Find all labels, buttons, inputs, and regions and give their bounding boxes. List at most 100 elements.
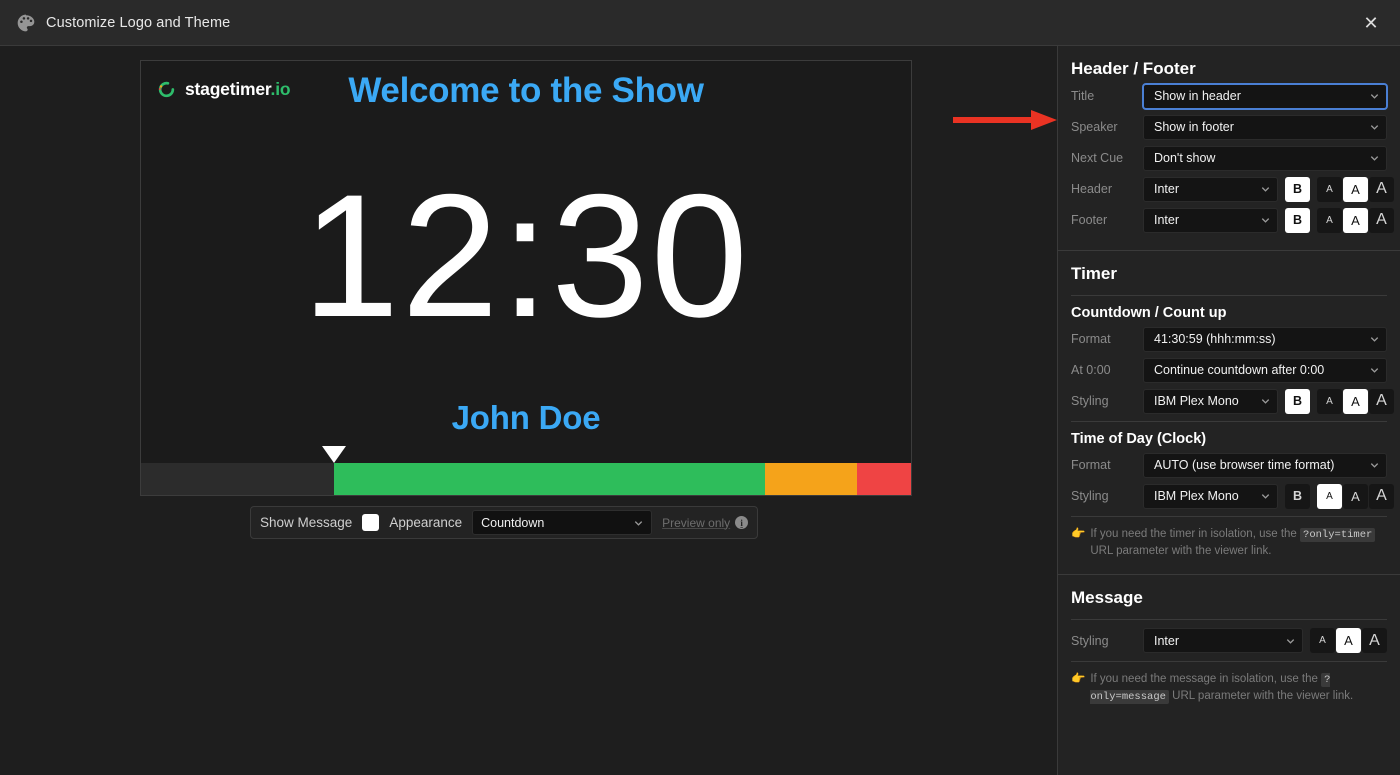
- window-titlebar: Customize Logo and Theme ✕: [0, 0, 1400, 46]
- footer-font-select[interactable]: Inter: [1143, 207, 1278, 233]
- row-countdown-format: Format 41:30:59 (hhh:mm:ss): [1071, 326, 1387, 352]
- footer-size-small-button[interactable]: A: [1317, 207, 1342, 233]
- countdown-size-large-button[interactable]: A: [1369, 388, 1394, 414]
- countdown-font-value: IBM Plex Mono: [1154, 394, 1239, 408]
- section-message: Message Styling Inter A A A 👉 If you nee…: [1058, 575, 1400, 705]
- titlebar-left-group: Customize Logo and Theme: [0, 13, 230, 33]
- progress-segment-danger: [857, 463, 911, 495]
- message-size-medium-button[interactable]: A: [1336, 628, 1361, 654]
- chevron-down-icon: [1260, 396, 1271, 407]
- show-message-label: Show Message: [260, 515, 353, 530]
- close-icon[interactable]: ✕: [1356, 8, 1386, 38]
- progress-bar: [141, 463, 911, 495]
- speaker-select[interactable]: Show in footer: [1143, 114, 1387, 140]
- next-cue-select[interactable]: Don't show: [1143, 145, 1387, 171]
- preview-stage: stagetimer.io Welcome to the Show 12:30 …: [0, 46, 1057, 775]
- chevron-down-icon: [1369, 122, 1380, 133]
- at-zero-value: Continue countdown after 0:00: [1154, 363, 1325, 377]
- message-isolation-hint: 👉 If you need the message in isolation, …: [1071, 662, 1387, 705]
- section-timer: Timer Countdown / Count up Format 41:30:…: [1058, 251, 1400, 574]
- message-hint-text: If you need the message in isolation, us…: [1090, 671, 1387, 705]
- clock-bold-button[interactable]: B: [1285, 483, 1310, 509]
- at-zero-label: At 0:00: [1071, 363, 1111, 377]
- footer-size-large-button[interactable]: A: [1369, 207, 1394, 233]
- palette-icon: [16, 13, 36, 33]
- clock-format-value: AUTO (use browser time format): [1154, 458, 1335, 472]
- row-at-zero: At 0:00 Continue countdown after 0:00: [1071, 357, 1387, 383]
- clock-size-small-button[interactable]: A: [1317, 483, 1342, 509]
- countdown-format-value: 41:30:59 (hhh:mm:ss): [1154, 332, 1276, 346]
- timer-title: Timer: [1071, 264, 1117, 283]
- message-size-large-button[interactable]: A: [1362, 628, 1387, 654]
- message-font-value: Inter: [1154, 633, 1180, 648]
- header-size-small-button[interactable]: A: [1317, 176, 1342, 202]
- progress-marker: [321, 446, 346, 463]
- clock-styling-label: Styling: [1071, 489, 1109, 503]
- clock-size-large-button[interactable]: A: [1369, 483, 1394, 509]
- progress-segment-warning: [764, 463, 858, 495]
- header-size-medium-button[interactable]: A: [1343, 176, 1368, 202]
- title-value: Show in header: [1154, 89, 1241, 103]
- message-font-select[interactable]: Inter: [1143, 628, 1303, 654]
- title-label: Title: [1071, 89, 1095, 103]
- chevron-down-icon: [1369, 334, 1380, 345]
- chevron-down-icon: [1260, 184, 1271, 195]
- clock-size-medium-button[interactable]: A: [1343, 483, 1368, 509]
- footer-size-medium-button[interactable]: A: [1343, 207, 1368, 233]
- speaker-value: Show in footer: [1154, 120, 1234, 134]
- chevron-down-icon: [1369, 153, 1380, 164]
- countdown-bold-button[interactable]: B: [1285, 388, 1310, 414]
- header-size-large-button[interactable]: A: [1369, 176, 1394, 202]
- row-clock-format: Format AUTO (use browser time format): [1071, 452, 1387, 478]
- header-bold-button[interactable]: B: [1285, 176, 1310, 202]
- header-font-label: Header: [1071, 182, 1112, 196]
- chevron-down-icon: [1260, 491, 1271, 502]
- header-font-select[interactable]: Inter: [1143, 176, 1278, 202]
- chevron-down-icon: [1260, 215, 1271, 226]
- countdown-format-select[interactable]: 41:30:59 (hhh:mm:ss): [1143, 326, 1387, 352]
- clock-format-label: Format: [1071, 458, 1111, 472]
- preview-header-text: Welcome to the Show: [348, 71, 704, 110]
- pointing-finger-icon: 👉: [1071, 672, 1086, 685]
- countdown-format-label: Format: [1071, 332, 1111, 346]
- title-select[interactable]: Show in header: [1143, 83, 1387, 109]
- footer-bold-button[interactable]: B: [1285, 207, 1310, 233]
- message-hint-post: URL parameter with the viewer link.: [1172, 690, 1354, 703]
- preview-only-link[interactable]: Preview only i: [662, 516, 749, 530]
- chevron-down-icon: [633, 517, 644, 528]
- progress-segment-normal: [333, 463, 765, 495]
- chevron-down-icon: [1285, 635, 1296, 646]
- countdown-size-small-button[interactable]: A: [1317, 388, 1342, 414]
- countdown-font-select[interactable]: IBM Plex Mono: [1143, 388, 1278, 414]
- header-font-value: Inter: [1154, 182, 1180, 196]
- clock-font-value: IBM Plex Mono: [1154, 489, 1239, 503]
- message-size-small-button[interactable]: A: [1310, 628, 1335, 654]
- header-style-buttons: B A A A: [1285, 176, 1394, 202]
- chevron-down-icon: [1369, 365, 1380, 376]
- pointing-finger-icon: 👉: [1071, 528, 1086, 540]
- divider: [1071, 618, 1387, 620]
- countdown-styling-label: Styling: [1071, 394, 1109, 408]
- message-style-buttons: A A A: [1310, 628, 1387, 654]
- row-header-font: Header Inter B A A A: [1071, 176, 1394, 202]
- section-header-footer: Header / Footer Title Show in header Spe…: [1058, 46, 1400, 250]
- show-message-checkbox[interactable]: [362, 514, 380, 531]
- footer-font-label: Footer: [1071, 213, 1108, 227]
- countdown-style-buttons: B A A A: [1285, 388, 1394, 414]
- clock-subtitle: Time of Day (Clock): [1071, 431, 1207, 447]
- progress-segment-elapsed: [141, 463, 334, 495]
- row-clock-styling: Styling IBM Plex Mono B A A A: [1071, 483, 1394, 509]
- at-zero-select[interactable]: Continue countdown after 0:00: [1143, 357, 1387, 383]
- appearance-select[interactable]: Countdown: [472, 510, 653, 535]
- countdown-size-medium-button[interactable]: A: [1343, 388, 1368, 414]
- preview-timer-value: 12:30: [302, 159, 750, 354]
- chevron-down-icon: [1369, 460, 1380, 471]
- clock-font-select[interactable]: IBM Plex Mono: [1143, 483, 1278, 509]
- next-cue-value: Don't show: [1154, 151, 1216, 165]
- next-cue-label: Next Cue: [1071, 151, 1124, 165]
- clock-format-select[interactable]: AUTO (use browser time format): [1143, 452, 1387, 478]
- settings-panel: Header / Footer Title Show in header Spe…: [1057, 46, 1400, 775]
- row-next-cue: Next Cue Don't show: [1071, 145, 1387, 171]
- info-icon[interactable]: i: [735, 516, 749, 529]
- message-hint-pre: If you need the message in isolation, us…: [1090, 672, 1318, 685]
